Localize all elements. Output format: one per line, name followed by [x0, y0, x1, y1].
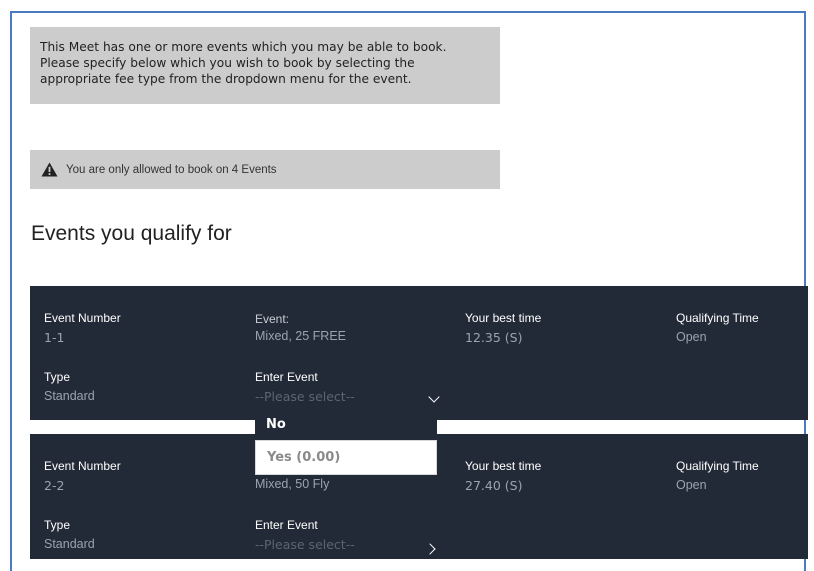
section-heading: Events you qualify for [31, 222, 232, 245]
enter-event-label: Enter Event [255, 518, 318, 532]
warning-triangle-icon [41, 162, 58, 177]
enter-event-dropdown: No Yes (0.00) [255, 408, 437, 475]
enter-event-select[interactable]: --Please select-- [255, 389, 440, 409]
type-label: Type [44, 370, 71, 384]
best-time-label: Your best time [465, 311, 542, 325]
select-placeholder: --Please select-- [255, 389, 355, 404]
event-label: Event: [255, 312, 290, 326]
qualifying-time-label: Qualifying Time [676, 459, 759, 473]
type-value: Standard [44, 537, 95, 551]
dropdown-option-no[interactable]: No [255, 408, 437, 440]
event-number-label: Event Number [44, 311, 121, 325]
qualifying-time-value: Open [676, 478, 707, 492]
info-line: This Meet has one or more events which y… [40, 40, 447, 54]
event-number-value: 2-2 [44, 478, 65, 493]
qualifying-time-label: Qualifying Time [676, 311, 759, 325]
select-placeholder: --Please select-- [255, 537, 355, 552]
type-label: Type [44, 518, 71, 532]
event-number-label: Event Number [44, 459, 121, 473]
type-value: Standard [44, 389, 95, 403]
enter-event-label: Enter Event [255, 370, 318, 384]
dropdown-option-yes[interactable]: Yes (0.00) [255, 440, 437, 475]
best-time-label: Your best time [465, 459, 542, 473]
warning-text: You are only allowed to book on 4 Events [66, 163, 277, 176]
chevron-right-icon [424, 543, 436, 555]
warning-message: You are only allowed to book on 4 Events [30, 150, 500, 189]
qualifying-time-value: Open [676, 330, 707, 344]
info-line: Please specify below which you wish to b… [40, 56, 415, 70]
info-line: appropriate fee type from the dropdown m… [40, 72, 412, 86]
enter-event-select[interactable]: --Please select-- [255, 537, 436, 557]
event-card: Event Number 1-1 Event: Mixed, 25 FREE Y… [30, 286, 808, 420]
info-message: This Meet has one or more events which y… [30, 27, 500, 104]
best-time-value: 12.35 (S) [465, 330, 523, 345]
chevron-down-icon [428, 391, 440, 403]
event-number-value: 1-1 [44, 330, 65, 345]
event-name-value: Mixed, 50 Fly [255, 477, 330, 491]
best-time-value: 27.40 (S) [465, 478, 523, 493]
event-name-value: Mixed, 25 FREE [255, 329, 347, 343]
